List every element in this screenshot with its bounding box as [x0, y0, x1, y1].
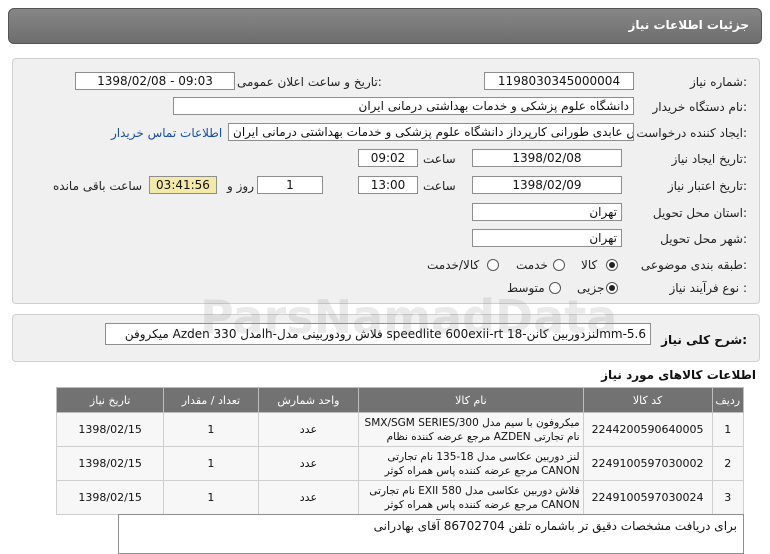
cell-row: 1 — [711, 412, 745, 447]
validity-time-label: ساعت — [423, 179, 456, 193]
requester-label: ایجاد کننده درخواست: — [636, 126, 747, 140]
days-label: روز و — [227, 179, 254, 193]
process-minor-radio[interactable] — [606, 282, 618, 294]
requester-field: عباس عابدی طورانی کارپرداز دانشگاه علوم … — [228, 123, 634, 141]
remaining-label: ساعت باقی مانده — [53, 179, 143, 193]
cell-item-name: لنز دوربین عکاسی مدل 18-135 نام تجارتی C… — [358, 446, 584, 481]
table-row: 1398/02/15 1 عدد میکروفون با سیم مدل SMX… — [55, 412, 745, 447]
days-field: 1 — [257, 176, 323, 194]
buyer-label: نام دستگاه خریدار: — [652, 100, 748, 114]
category-goods-label: کالا — [581, 258, 598, 272]
process-medium-label: متوسط — [507, 281, 545, 295]
process-medium-radio[interactable] — [549, 282, 561, 294]
cell-quantity: 1 — [163, 412, 259, 447]
table-row: 1398/02/15 1 عدد لنز دوربین عکاسی مدل 18… — [55, 446, 745, 481]
items-table-header: تاریخ نیاز تعداد / مقدار واحد شمارش نام … — [55, 387, 745, 413]
cell-need-date: 1398/02/15 — [55, 480, 165, 515]
cell-need-date: 1398/02/15 — [55, 446, 165, 481]
summary-label: شرح کلی نیاز: — [661, 333, 747, 347]
summary-panel: شرح کلی نیاز: میکروفن Azden مدل 330lh-فل… — [12, 314, 760, 362]
col-need-date: تاریخ نیاز — [55, 387, 165, 413]
need-details-panel: شماره نیاز: 1198030345000004 تاریخ و ساع… — [12, 58, 760, 304]
need-number-field: 1198030345000004 — [484, 72, 634, 90]
created-time-field: 09:02 — [358, 149, 418, 167]
created-date-field: 1398/02/08 — [472, 149, 622, 167]
cell-row: 2 — [711, 446, 745, 481]
cell-row: 3 — [711, 480, 745, 515]
announce-field: 1398/02/08 - 09:03 — [75, 72, 235, 90]
col-item-name: نام کالا — [358, 387, 584, 413]
created-time-label: ساعت — [423, 152, 456, 166]
page-header: جزئیات اطلاعات نیاز — [8, 8, 762, 44]
province-field: تهران — [472, 203, 622, 221]
cell-item-code: 2249100597030024 — [582, 480, 713, 515]
cell-unit: عدد — [257, 446, 360, 481]
process-minor-label: جزیی — [577, 281, 605, 295]
validity-date-label: تاریخ اعتبار نیاز: — [667, 179, 747, 193]
announce-label: تاریخ و ساعت اعلان عمومی: — [237, 75, 382, 89]
cell-unit: عدد — [257, 412, 360, 447]
validity-time-field: 13:00 — [358, 176, 418, 194]
cell-quantity: 1 — [163, 480, 259, 515]
description-note: برای دریافت مشخصات دقیق تر باشماره تلفن … — [118, 514, 744, 554]
summary-field: میکروفن Azden مدل 330lh-فلاش رودوربینی م… — [105, 323, 651, 345]
cell-item-name: فلاش دوربین عکاسی مدل EXII 580 نام تجارت… — [358, 480, 584, 515]
page-title: جزئیات اطلاعات نیاز — [628, 18, 749, 32]
items-section-title: اطلاعات کالاهای مورد نیاز — [601, 368, 756, 382]
validity-date-field: 1398/02/09 — [472, 176, 622, 194]
remaining-time-field: 03:41:56 — [149, 176, 217, 194]
cell-need-date: 1398/02/15 — [55, 412, 165, 447]
buyer-field: دانشگاه علوم پزشکی و خدمات بهداشتی درمان… — [173, 97, 634, 115]
buyer-contact-link[interactable]: اطلاعات تماس خریدار — [111, 126, 222, 140]
cell-unit: عدد — [257, 480, 360, 515]
col-row: ردیف — [711, 387, 745, 413]
created-date-label: تاریخ ایجاد نیاز: — [671, 152, 747, 166]
cell-item-code: 2249100597030002 — [582, 446, 713, 481]
category-service-label: خدمت — [516, 258, 548, 272]
category-service-radio[interactable] — [553, 259, 565, 271]
need-number-label: شماره نیاز: — [689, 75, 747, 89]
category-label: طبقه بندی موضوعی: — [640, 258, 747, 272]
cell-quantity: 1 — [163, 446, 259, 481]
city-field: تهران — [472, 229, 622, 247]
province-label: استان محل تحویل: — [652, 206, 747, 220]
items-table: تاریخ نیاز تعداد / مقدار واحد شمارش نام … — [55, 387, 745, 515]
city-label: شهر محل تحویل: — [660, 232, 747, 246]
category-goods-radio[interactable] — [606, 259, 618, 271]
category-both-radio[interactable] — [487, 259, 499, 271]
cell-item-name: میکروفون با سیم مدل SMX/SGM SERIES/300 ن… — [358, 412, 584, 447]
col-unit: واحد شمارش — [257, 387, 360, 413]
col-item-code: کد کالا — [582, 387, 713, 413]
table-row: 1398/02/15 1 عدد فلاش دوربین عکاسی مدل E… — [55, 480, 745, 515]
process-label: نوع فرآیند نیاز : — [669, 281, 747, 295]
col-quantity: تعداد / مقدار — [163, 387, 259, 413]
cell-item-code: 2244200590640005 — [582, 412, 713, 447]
category-both-label: کالا/خدمت — [427, 258, 480, 272]
